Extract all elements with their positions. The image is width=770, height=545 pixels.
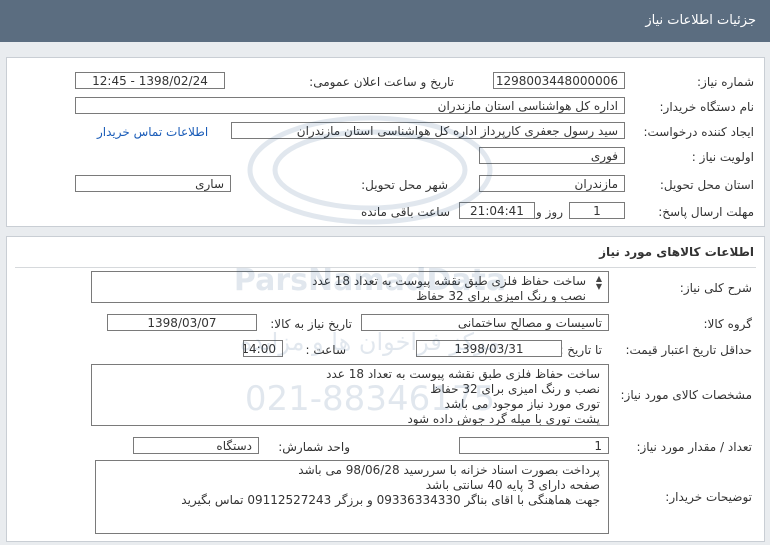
specs-line: نصب و رنگ امیزی برای 32 حفاظ bbox=[430, 382, 600, 396]
need-info-panel: شماره نیاز: 1298003448000006 تاریخ و ساع… bbox=[6, 57, 765, 227]
delivery-province-label: استان محل تحویل: bbox=[659, 178, 754, 192]
specs-box[interactable]: ساخت حفاظ فلزی طبق نقشه پیوست به تعداد 1… bbox=[91, 364, 609, 426]
buyer-notes-line: صفحه دارای 3 پایه 40 سانتی باشد bbox=[425, 478, 600, 492]
general-desc-box[interactable]: ساخت حفاظ فلزی طبق نقشه پیوست به تعداد 1… bbox=[91, 271, 609, 303]
quantity-label: تعداد / مقدار مورد نیاز: bbox=[636, 440, 752, 454]
days-label: روز و bbox=[536, 205, 563, 219]
buyer-notes-line: پرداخت بصورت اسناد خزانه با سررسید 98/06… bbox=[298, 463, 600, 477]
announce-datetime-field: 1398/02/24 - 12:45 bbox=[75, 72, 225, 89]
remaining-days-field: 1 bbox=[569, 202, 625, 219]
specs-line: ساخت حفاظ فلزی طبق نقشه پیوست به تعداد 1… bbox=[326, 367, 600, 381]
goods-group-field: تاسیسات و مصالح ساختمانی bbox=[361, 314, 609, 331]
goods-group-label: گروه کالا: bbox=[703, 317, 753, 331]
buyer-org-field: اداره کل هواشناسی استان مازندران bbox=[75, 97, 625, 114]
remaining-time-field: 21:04:41 bbox=[459, 202, 535, 219]
validity-hour-field: 14:00 bbox=[243, 340, 283, 357]
specs-label: مشخصات کالای مورد نیاز: bbox=[620, 388, 752, 402]
requester-label: ایجاد کننده درخواست: bbox=[643, 125, 754, 139]
general-desc-label: شرح کلی نیاز: bbox=[679, 281, 752, 295]
goods-section-title: اطلاعات کالاهای مورد نیاز bbox=[599, 245, 754, 259]
buyer-contact-link[interactable]: اطلاعات تماس خریدار bbox=[97, 125, 208, 139]
quantity-field: 1 bbox=[459, 437, 609, 454]
buyer-org-label: نام دستگاه خریدار: bbox=[659, 100, 755, 114]
scroll-arrows-icon[interactable]: ▲ ▼ bbox=[596, 275, 602, 291]
section-divider bbox=[15, 267, 756, 268]
specs-line: توری مورد نیاز موجود می باشد bbox=[444, 397, 600, 411]
need-date-field: 1398/03/07 bbox=[107, 314, 257, 331]
until-date-label: تا تاریخ : bbox=[559, 343, 602, 357]
need-number-label: شماره نیاز: bbox=[697, 75, 754, 89]
specs-line: پشت توری با میله گرد جوش داده شود bbox=[407, 412, 600, 426]
priority-field: فوری bbox=[479, 147, 625, 164]
validity-hour-label: ساعت : bbox=[305, 343, 346, 357]
priority-label: اولویت نیاز : bbox=[691, 150, 754, 164]
unit-field: دستگاه bbox=[133, 437, 259, 454]
buyer-notes-line: جهت هماهنگی با اقای بناگر 09336334330 و … bbox=[181, 493, 600, 507]
unit-label: واحد شمارش: bbox=[278, 440, 350, 454]
announce-datetime-label: تاریخ و ساعت اعلان عمومی: bbox=[309, 75, 454, 89]
buyer-notes-label: توضیحات خریدار: bbox=[665, 490, 752, 504]
remaining-time-label: ساعت باقی مانده bbox=[360, 205, 450, 219]
need-date-label: تاریخ نیاز به کالا: bbox=[270, 317, 352, 331]
requester-field: سید رسول جعفری کارپرداز اداره کل هواشناس… bbox=[231, 122, 625, 139]
delivery-city-field: ساری bbox=[75, 175, 231, 192]
goods-info-panel: اطلاعات کالاهای مورد نیاز شرح کلی نیاز: … bbox=[6, 236, 765, 542]
price-validity-label: حداقل تاریخ اعتبار قیمت: bbox=[625, 343, 752, 357]
page-title: جزئیات اطلاعات نیاز bbox=[645, 13, 756, 28]
page-header: جزئیات اطلاعات نیاز bbox=[0, 0, 770, 42]
response-deadline-label: مهلت ارسال پاسخ: bbox=[658, 205, 754, 219]
need-number-field: 1298003448000006 bbox=[493, 72, 625, 89]
delivery-province-field: مازندران bbox=[479, 175, 625, 192]
until-date-field: 1398/03/31 bbox=[416, 340, 562, 357]
buyer-notes-box[interactable]: پرداخت بصورت اسناد خزانه با سررسید 98/06… bbox=[95, 460, 609, 534]
delivery-city-label: شهر محل تحویل: bbox=[361, 178, 448, 192]
general-desc-line: ساخت حفاظ فلزی طبق نقشه پیوست به تعداد 1… bbox=[312, 274, 586, 288]
general-desc-line: نصب و رنگ امیزی برای 32 حفاظ bbox=[416, 289, 586, 303]
